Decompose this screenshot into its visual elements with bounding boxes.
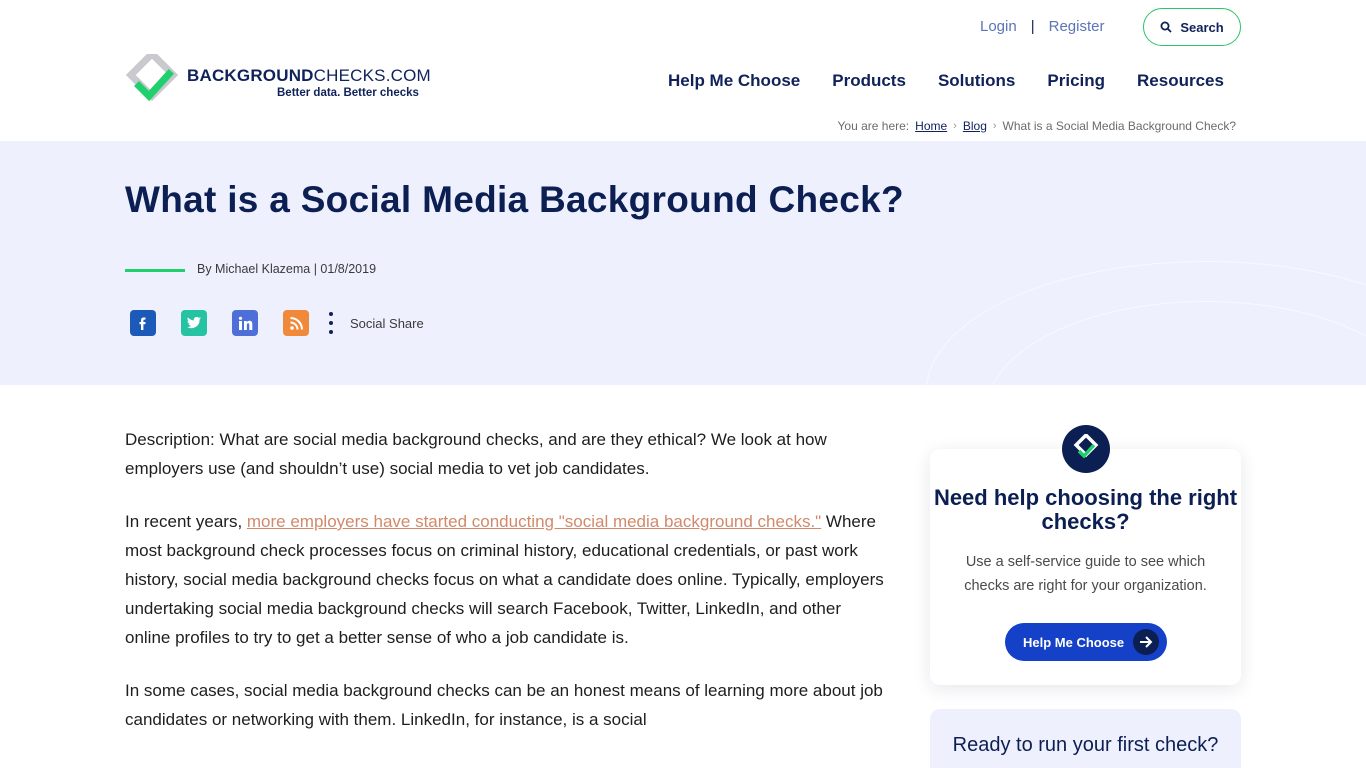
help-card-text: Use a self-service guide to see which ch… (964, 554, 1207, 594)
account-links: Login | Register (980, 18, 1104, 35)
article-hero: What is a Social Media Background Check?… (0, 141, 1366, 385)
login-link[interactable]: Login (980, 18, 1017, 35)
more-options-icon[interactable] (328, 312, 334, 334)
article-byline: By Michael Klazema | 01/8/2019 (197, 262, 377, 276)
social-share-label: Social Share (350, 315, 424, 331)
page-title: What is a Social Media Background Check? (125, 179, 904, 220)
arrow-right-icon (1133, 629, 1159, 655)
help-me-choose-button[interactable]: Help Me Choose (1005, 623, 1167, 661)
logo-tagline: Better data. Better checks (277, 87, 419, 99)
rss-icon[interactable] (283, 310, 309, 336)
byline-accent-bar (125, 269, 185, 272)
breadcrumb-current: What is a Social Media Background Check? (1002, 119, 1236, 133)
social-share-row: Social Share (130, 310, 424, 336)
breadcrumb-blog[interactable]: Blog (963, 119, 987, 133)
article-paragraph: In recent years, more employers have sta… (125, 512, 884, 647)
chevron-right-icon: › (953, 120, 957, 132)
article-body: Description: What are social media backg… (125, 425, 885, 758)
help-me-choose-label: Help Me Choose (1023, 634, 1125, 650)
site-logo[interactable]: BACKGROUNDCHECKS.COM Better data. Better… (125, 54, 435, 108)
article-paragraph: Description: What are social media backg… (125, 430, 827, 478)
chevron-right-icon: › (992, 120, 997, 132)
logo-check-icon (1062, 425, 1110, 473)
first-check-card: Ready to run your first check? (930, 709, 1241, 768)
search-button[interactable]: Search (1143, 8, 1241, 46)
nav-products[interactable]: Products (832, 71, 906, 91)
nav-solutions[interactable]: Solutions (938, 71, 1015, 91)
logo-check-icon (125, 54, 179, 102)
search-icon (1160, 21, 1172, 33)
site-header: BACKGROUNDCHECKS.COM Better data. Better… (0, 0, 1366, 141)
logo-wordmark: BACKGROUNDCHECKS.COM (187, 66, 431, 85)
breadcrumb-prefix: You are here: (837, 119, 910, 133)
breadcrumb: You are here: Home › Blog › What is a So… (838, 119, 1236, 133)
article-paragraph: In some cases, social media background c… (125, 681, 883, 729)
register-link[interactable]: Register (1049, 18, 1105, 35)
nav-help-me-choose[interactable]: Help Me Choose (668, 71, 800, 91)
linkedin-icon[interactable] (232, 310, 258, 336)
first-check-title: Ready to run your first check? (952, 734, 1219, 756)
breadcrumb-home[interactable]: Home (915, 119, 947, 133)
help-choose-card: Need help choosing the right checks? Use… (930, 425, 1241, 685)
twitter-icon[interactable] (181, 310, 207, 336)
link-separator: | (1030, 18, 1035, 35)
main-nav: Help Me Choose Products Solutions Pricin… (668, 71, 1224, 91)
nav-pricing[interactable]: Pricing (1047, 71, 1105, 91)
social-media-checks-link[interactable]: more employers have started conducting "… (247, 512, 821, 531)
search-button-label: Search (1180, 19, 1224, 35)
nav-resources[interactable]: Resources (1137, 71, 1224, 91)
help-card-title: Need help choosing the right checks? (933, 485, 1238, 534)
facebook-icon[interactable] (130, 310, 156, 336)
